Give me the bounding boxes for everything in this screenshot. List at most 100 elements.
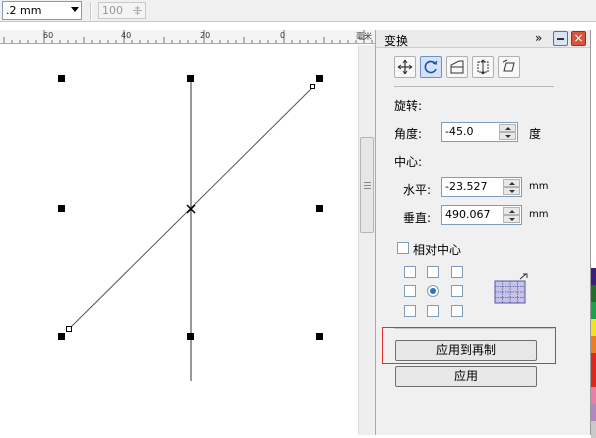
stepper-icon[interactable] [133, 6, 142, 15]
vertical-value: 490.067 [445, 208, 491, 221]
skew-mode-button[interactable] [498, 56, 520, 78]
outline-width-value: .2 mm [6, 4, 42, 17]
line-node[interactable] [66, 326, 72, 332]
expand-icon[interactable]: » [535, 31, 542, 45]
center-heading: 中心: [394, 155, 423, 169]
anchor-top-left[interactable] [404, 266, 416, 278]
position-mode-button[interactable] [394, 56, 416, 78]
chevron-down-icon[interactable] [71, 7, 79, 12]
skew-icon [502, 59, 515, 72]
ruler-label: 60 [43, 31, 54, 40]
palette-swatch[interactable] [591, 370, 596, 387]
selection-handle[interactable] [316, 75, 323, 82]
rotate-icon [424, 60, 438, 74]
spin-down-icon[interactable] [503, 215, 520, 223]
drawing-canvas[interactable] [0, 45, 358, 435]
selection-handle[interactable] [316, 333, 323, 340]
horizontal-unit: mm [529, 181, 549, 192]
spin-down-icon[interactable] [503, 187, 520, 195]
outline-width-select[interactable]: .2 mm [2, 1, 82, 20]
palette-swatch[interactable] [591, 353, 596, 370]
selection-handle[interactable] [58, 205, 65, 212]
anchor-bottom-right[interactable] [451, 305, 463, 317]
palette-swatch[interactable] [591, 387, 596, 404]
stepper-value: 100 [102, 4, 123, 17]
rotate-mode-button[interactable] [420, 56, 442, 78]
relative-center-checkbox[interactable] [397, 242, 409, 254]
angle-input[interactable]: -45.0 [441, 122, 518, 142]
palette-swatch[interactable] [591, 251, 596, 268]
selection-handle[interactable] [187, 333, 194, 340]
horizontal-label: 水平: [403, 183, 432, 197]
vertical-label: 垂直: [403, 211, 432, 225]
palette-swatch[interactable] [591, 319, 596, 336]
palette-swatch[interactable] [591, 285, 596, 302]
ruler-label: 20 [200, 31, 211, 40]
anchor-bottom-center[interactable] [427, 305, 439, 317]
vertical-spinner[interactable] [503, 207, 520, 223]
selection-handle[interactable] [58, 75, 65, 82]
spin-down-icon[interactable] [499, 132, 516, 140]
anchor-top-center[interactable] [427, 266, 439, 278]
palette-swatch[interactable] [591, 200, 596, 217]
palette-swatch[interactable] [591, 234, 596, 251]
spin-up-icon[interactable] [499, 124, 516, 132]
ruler-unit: 毫米 [356, 32, 372, 41]
horizontal-spinner[interactable] [503, 179, 520, 195]
docker-header: 变换 » × [376, 30, 591, 48]
palette-swatch[interactable] [591, 30, 596, 47]
palette-swatch[interactable] [591, 404, 596, 421]
property-toolbar: .2 mm 100 [0, 0, 596, 22]
anchor-top-right[interactable] [451, 266, 463, 278]
palette-swatch[interactable] [591, 268, 596, 285]
horizontal-ruler[interactable]: 60 40 20 0 毫米 [0, 30, 375, 44]
size-mode-button[interactable] [472, 56, 494, 78]
anchor-center[interactable] [427, 285, 439, 297]
palette-swatch[interactable] [591, 336, 596, 353]
palette-swatch[interactable] [591, 98, 596, 115]
palette-swatch[interactable] [591, 115, 596, 132]
line-node[interactable] [310, 84, 315, 89]
color-palette[interactable] [590, 30, 596, 438]
angle-value: -45.0 [445, 125, 474, 138]
stepper-field[interactable]: 100 [98, 2, 146, 19]
divider [394, 86, 554, 87]
position-icon [397, 59, 413, 75]
scale-mirror-icon [450, 60, 464, 74]
palette-swatch[interactable] [591, 183, 596, 200]
close-button[interactable]: × [571, 31, 586, 46]
anchor-middle-right[interactable] [451, 285, 463, 297]
palette-swatch[interactable] [591, 302, 596, 319]
palette-swatch[interactable] [591, 166, 596, 183]
scale-mirror-mode-button[interactable] [446, 56, 468, 78]
grip-icon [364, 182, 371, 189]
ruler-ticks [3, 30, 373, 43]
palette-swatch[interactable] [591, 47, 596, 64]
transform-docker: 变换 » × 旋转: 角度: -45.0 度 中心: 水平: -23.527 m… [375, 30, 591, 435]
apply-to-duplicate-button[interactable]: 应用到再制 [395, 340, 537, 361]
palette-swatch[interactable] [591, 217, 596, 234]
spin-up-icon[interactable] [503, 179, 520, 187]
docker-title: 变换 [384, 34, 409, 48]
palette-swatch[interactable] [591, 132, 596, 149]
palette-swatch[interactable] [591, 149, 596, 166]
selection-handle[interactable] [316, 205, 323, 212]
selection-handle[interactable] [58, 333, 65, 340]
palette-swatch[interactable] [591, 421, 596, 438]
anchor-bottom-left[interactable] [404, 305, 416, 317]
size-icon [477, 59, 489, 75]
angle-spinner[interactable] [499, 124, 516, 140]
palette-swatch[interactable] [591, 81, 596, 98]
anchor-middle-left[interactable] [404, 285, 416, 297]
ruler-label: 0 [280, 31, 286, 40]
horizontal-input[interactable]: -23.527 [441, 177, 522, 197]
vertical-scrollbar[interactable] [358, 45, 375, 435]
vertical-input[interactable]: 490.067 [441, 205, 522, 225]
apply-button[interactable]: 应用 [395, 366, 537, 387]
minimize-button[interactable] [553, 31, 568, 46]
selection-handle[interactable] [187, 75, 194, 82]
ruler-label: 40 [121, 31, 132, 40]
palette-swatch[interactable] [591, 64, 596, 81]
spin-up-icon[interactable] [503, 207, 520, 215]
scrollbar-thumb[interactable] [360, 137, 374, 233]
